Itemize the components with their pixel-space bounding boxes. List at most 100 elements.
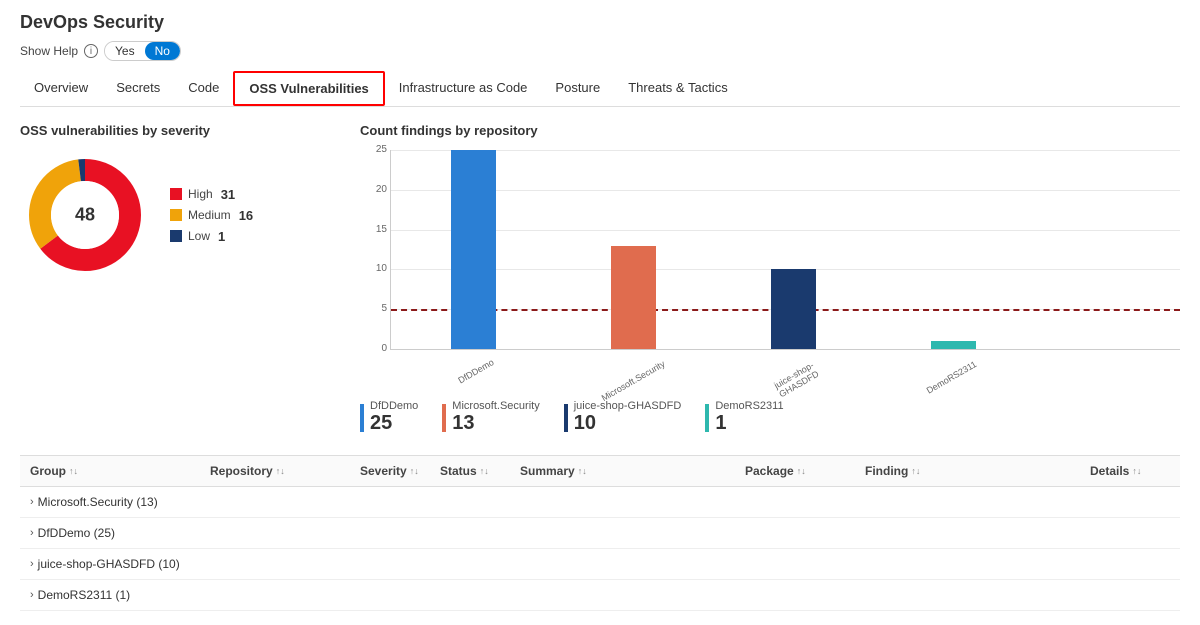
grid-line-15 xyxy=(391,230,1180,231)
expand-icon-microsoft[interactable]: › xyxy=(30,496,34,508)
bar-chart-section: Count findings by repository 25 20 15 10… xyxy=(360,123,1180,435)
content-grid: OSS vulnerabilities by severity 48 xyxy=(20,123,1180,435)
header-status-label: Status xyxy=(440,464,477,478)
legend-low-label: Low xyxy=(188,229,210,243)
repo-stat-count-microsoft: 13 xyxy=(452,412,539,435)
header-summary-sort[interactable]: ↑↓ xyxy=(578,466,587,476)
show-help-label: Show Help xyxy=(20,44,78,58)
legend-high-label: High xyxy=(188,187,213,201)
header-details-sort[interactable]: ↑↓ xyxy=(1132,466,1141,476)
header-finding: Finding ↑↓ xyxy=(865,464,1090,478)
header-repository-sort[interactable]: ↑↓ xyxy=(276,466,285,476)
repo-stat-name-microsoft: Microsoft.Security xyxy=(452,400,539,412)
legend-high-color xyxy=(170,188,182,200)
bar-dfddemo xyxy=(451,150,496,349)
header-finding-sort[interactable]: ↑↓ xyxy=(911,466,920,476)
header-package-sort[interactable]: ↑↓ xyxy=(797,466,806,476)
row-demors-label: › DemoRS2311 (1) xyxy=(30,588,210,602)
repo-stat-microsoft: Microsoft.Security 13 xyxy=(442,400,539,435)
legend-high-value: 31 xyxy=(221,187,235,202)
header-severity-sort[interactable]: ↑↓ xyxy=(410,466,419,476)
header-repository: Repository ↑↓ xyxy=(210,464,360,478)
table-row[interactable]: › Microsoft.Security (13) xyxy=(20,487,1180,518)
row-juice-label: › juice-shop-GHASDFD (10) xyxy=(30,557,210,571)
y-label-25: 25 xyxy=(361,144,387,155)
tab-code[interactable]: Code xyxy=(174,71,233,106)
row-juice-text: juice-shop-GHASDFD (10) xyxy=(38,557,180,571)
y-label-15: 15 xyxy=(361,224,387,235)
nav-tabs: Overview Secrets Code OSS Vulnerabilitie… xyxy=(20,71,1180,107)
repo-stat-bar-microsoft xyxy=(442,404,446,432)
legend-low: Low 1 xyxy=(170,229,253,244)
toggle-no[interactable]: No xyxy=(145,42,180,60)
bar-chart-wrapper: 25 20 15 10 5 0 xyxy=(360,150,1180,435)
header-summary: Summary ↑↓ xyxy=(520,464,745,478)
header-repository-label: Repository xyxy=(210,464,273,478)
donut-total: 48 xyxy=(75,205,95,226)
row-dfddemo-text: DfDDemo (25) xyxy=(38,526,115,540)
row-microsoft-text: Microsoft.Security (13) xyxy=(38,495,158,509)
header-summary-label: Summary xyxy=(520,464,575,478)
donut-title: OSS vulnerabilities by severity xyxy=(20,123,340,138)
header-finding-label: Finding xyxy=(865,464,908,478)
y-label-5: 5 xyxy=(361,303,387,314)
tab-iac[interactable]: Infrastructure as Code xyxy=(385,71,542,106)
bar-label-microsoft: Microsoft.Security xyxy=(600,360,666,404)
grid-line-25 xyxy=(391,150,1180,151)
repo-stat-dfddemo: DfDDemo 25 xyxy=(360,400,418,435)
legend-medium-color xyxy=(170,209,182,221)
app-container: DevOps Security Show Help i Yes No Overv… xyxy=(0,0,1200,623)
table-header: Group ↑↓ Repository ↑↓ Severity ↑↓ Statu… xyxy=(20,456,1180,487)
header-severity: Severity ↑↓ xyxy=(360,464,440,478)
expand-icon-juice[interactable]: › xyxy=(30,558,34,570)
legend-medium: Medium 16 xyxy=(170,208,253,223)
tab-threats[interactable]: Threats & Tactics xyxy=(614,71,741,106)
legend-low-color xyxy=(170,230,182,242)
bar-chart-title: Count findings by repository xyxy=(360,123,1180,138)
table-row[interactable]: › DfDDemo (25) xyxy=(20,518,1180,549)
show-help-row: Show Help i Yes No xyxy=(20,41,1180,61)
repo-stat-bar-dfddemo xyxy=(360,404,364,432)
repo-stat-info-demors: DemoRS2311 1 xyxy=(715,400,783,435)
repo-stat-bar-demors xyxy=(705,404,709,432)
repo-stat-count-dfddemo: 25 xyxy=(370,412,418,435)
tab-secrets[interactable]: Secrets xyxy=(102,71,174,106)
repo-stat-info-microsoft: Microsoft.Security 13 xyxy=(452,400,539,435)
legend-high: High 31 xyxy=(170,187,253,202)
repo-stat-juice: juice-shop-GHASDFD 10 xyxy=(564,400,682,435)
legend-medium-value: 16 xyxy=(239,208,253,223)
expand-icon-demors[interactable]: › xyxy=(30,589,34,601)
page-title: DevOps Security xyxy=(20,12,1180,33)
bar-label-demors: DemoRS2311 xyxy=(923,358,980,397)
bar-juice-shop xyxy=(771,269,816,349)
info-icon[interactable]: i xyxy=(84,44,98,58)
table-row[interactable]: › DemoRS2311 (1) xyxy=(20,580,1180,611)
donut-section: OSS vulnerabilities by severity 48 xyxy=(20,123,340,435)
row-dfddemo-label: › DfDDemo (25) xyxy=(30,526,210,540)
tab-oss[interactable]: OSS Vulnerabilities xyxy=(233,71,384,106)
header-severity-label: Severity xyxy=(360,464,407,478)
toggle-yes[interactable]: Yes xyxy=(105,42,145,60)
tab-overview[interactable]: Overview xyxy=(20,71,102,106)
header-details-label: Details xyxy=(1090,464,1129,478)
donut-content: 48 High 31 Medium 16 Low xyxy=(20,150,340,280)
table-section: Group ↑↓ Repository ↑↓ Severity ↑↓ Statu… xyxy=(20,455,1180,611)
help-toggle[interactable]: Yes No xyxy=(104,41,181,61)
header-package: Package ↑↓ xyxy=(745,464,865,478)
row-microsoft-label: › Microsoft.Security (13) xyxy=(30,495,210,509)
repo-stat-info-dfddemo: DfDDemo 25 xyxy=(370,400,418,435)
header-status-sort[interactable]: ↑↓ xyxy=(480,466,489,476)
table-row[interactable]: › juice-shop-GHASDFD (10) xyxy=(20,549,1180,580)
repo-stat-count-demors: 1 xyxy=(715,412,783,435)
header-status: Status ↑↓ xyxy=(440,464,520,478)
header-package-label: Package xyxy=(745,464,794,478)
bar-chart-area: 25 20 15 10 5 0 xyxy=(390,150,1180,350)
repo-stat-count-juice: 10 xyxy=(574,412,682,435)
header-group-sort[interactable]: ↑↓ xyxy=(69,466,78,476)
repo-stat-info-juice: juice-shop-GHASDFD 10 xyxy=(574,400,682,435)
expand-icon-dfddemo[interactable]: › xyxy=(30,527,34,539)
tab-posture[interactable]: Posture xyxy=(541,71,614,106)
y-label-20: 20 xyxy=(361,184,387,195)
repo-stat-name-juice: juice-shop-GHASDFD xyxy=(574,400,682,412)
bar-label-dfddemo: DfDDemo xyxy=(454,356,498,387)
